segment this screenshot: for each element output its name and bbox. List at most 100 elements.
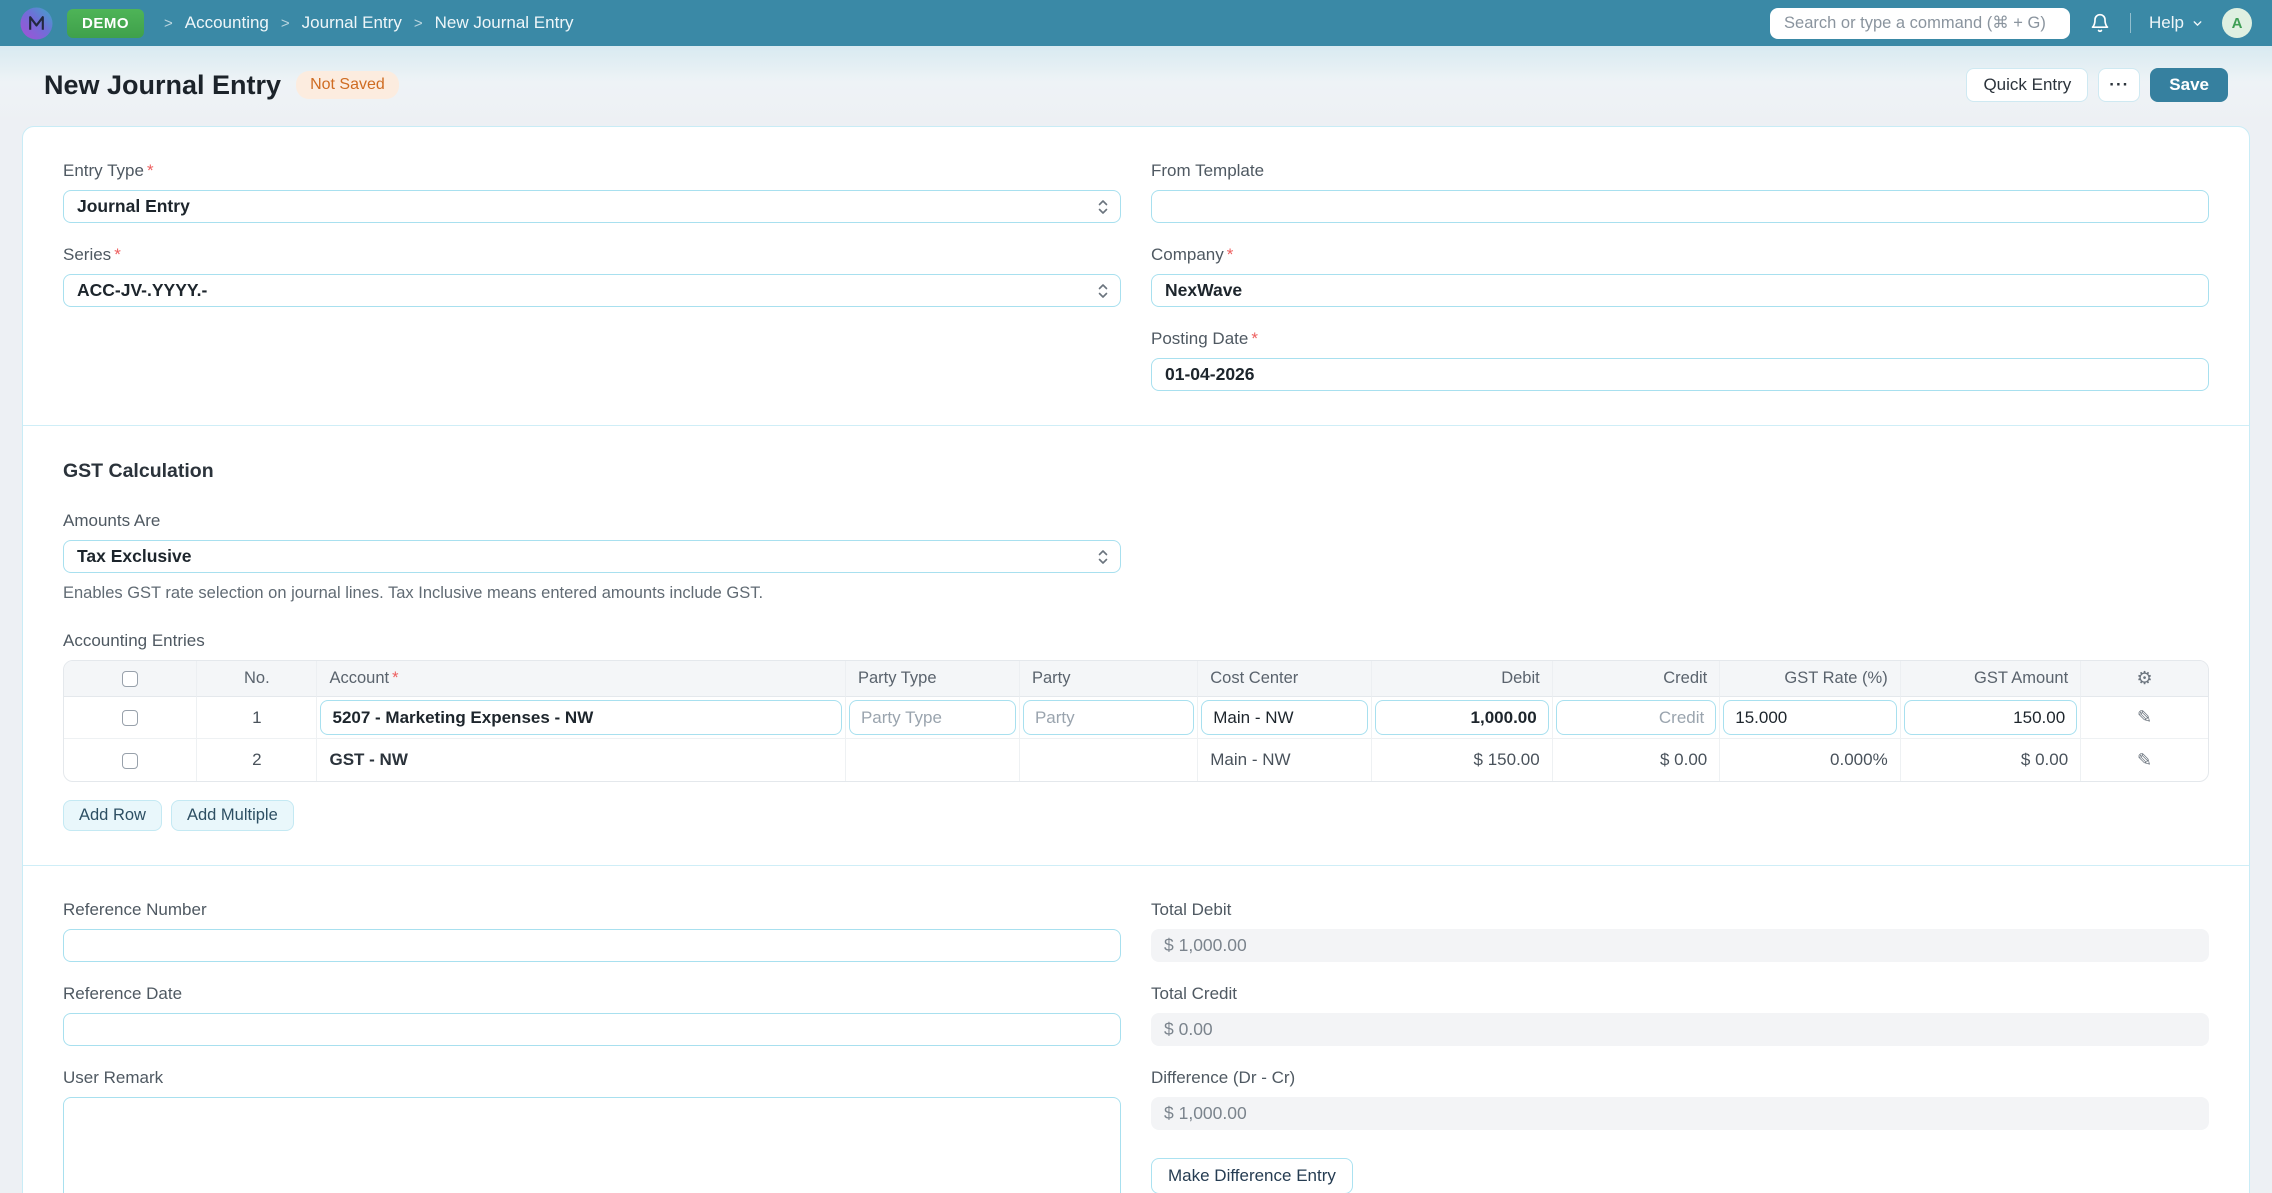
help-label: Help (2149, 13, 2184, 32)
entry-type-value: Journal Entry (77, 196, 190, 216)
breadcrumb-accounting[interactable]: Accounting (185, 13, 269, 33)
help-menu[interactable]: Help (2149, 13, 2204, 33)
cell-account[interactable]: GST - NW (317, 739, 846, 781)
posting-date-label: Posting Date * (1151, 329, 1258, 348)
cell-party[interactable] (1020, 739, 1199, 781)
cell-input-debit[interactable]: 1,000.00 (1375, 700, 1549, 735)
table-row: 1 5207 - Marketing Expenses - NW Party Typ… (64, 697, 2208, 739)
quick-entry-button[interactable]: Quick Entry (1966, 68, 2089, 102)
cell-cost_center[interactable]: Main - NW (1198, 739, 1373, 781)
form-card: Entry Type * Journal Entry Series * ACC-JV… (22, 126, 2250, 1193)
series-select[interactable]: ACC-JV-.YYYY.- (63, 274, 1121, 307)
app-logo-icon[interactable] (20, 6, 53, 40)
cell-gst_rate: 15.000 (1720, 697, 1901, 739)
amounts-are-value: Tax Exclusive (77, 546, 192, 566)
grid-settings-gear-icon[interactable]: ⚙ (2137, 668, 2153, 688)
breadcrumb-new-journal-entry[interactable]: New Journal Entry (435, 13, 574, 33)
row-select-checkbox[interactable] (122, 710, 139, 727)
select-all-checkbox[interactable] (122, 670, 139, 687)
series-label: Series * (63, 245, 121, 264)
cell-input-gst_rate[interactable]: 15.000 (1723, 700, 1897, 735)
select-updown-icon (1098, 283, 1108, 298)
breadcrumb-separator: > (280, 14, 290, 32)
column-header-cost_center: Cost Center (1198, 661, 1373, 697)
cell-input-cost_center[interactable]: Main - NW (1201, 700, 1369, 735)
reference-date-input[interactable] (63, 1013, 1121, 1046)
add-multiple-button[interactable]: Add Multiple (170, 800, 294, 831)
table-header-row: No. Account * Party Type Party Cost Center Deb… (64, 661, 2208, 697)
notification-bell-icon[interactable] (2088, 11, 2112, 35)
accounting-entries-label: Accounting Entries (63, 631, 205, 650)
accounting-entries-table: No. Account * Party Type Party Cost Center Deb… (63, 660, 2209, 782)
cell-input-account[interactable]: 5207 - Marketing Expenses - NW (320, 700, 842, 735)
column-header-debit: Debit (1372, 661, 1553, 697)
reference-number-label: Reference Number (63, 900, 207, 919)
column-header-account: Account * (317, 661, 846, 697)
gst-calculation-section: GST Calculation Amounts Are Tax Exclusiv… (23, 425, 2249, 865)
cell-party_type: Party Type (845, 697, 1020, 739)
column-header-no: No. (197, 661, 318, 697)
main-details-section: Entry Type * Journal Entry Series * ACC-JV… (23, 127, 2249, 425)
column-header-party_type: Party Type (845, 661, 1020, 697)
avatar[interactable]: A (2222, 8, 2252, 38)
cell-no[interactable]: 1 (197, 697, 318, 739)
entry-type-select[interactable]: Journal Entry (63, 190, 1121, 223)
difference-value: $ 1,000.00 (1151, 1097, 2209, 1130)
cell-input-credit[interactable]: Credit (1555, 700, 1717, 735)
amounts-are-select[interactable]: Tax Exclusive (63, 540, 1121, 573)
difference-label: Difference (Dr - Cr) (1151, 1068, 1296, 1087)
amounts-are-label: Amounts Are (63, 511, 161, 530)
cell-input-party_type[interactable]: Party Type (848, 700, 1016, 735)
chevron-down-icon (2193, 20, 2202, 26)
table-row: 2 GST - NW Main - NW $ 150.00 $ 0.00 0.000% $ … (64, 739, 2208, 781)
cell-gst_amount[interactable]: $ 0.00 (1901, 739, 2082, 781)
reference-number-input[interactable] (63, 929, 1121, 962)
gst-help-text: Enables GST rate selection on journal li… (63, 584, 764, 602)
row-select-checkbox[interactable] (122, 752, 139, 769)
cell-credit: Credit (1552, 697, 1721, 739)
gst-section-heading: GST Calculation (63, 460, 214, 482)
column-header-credit: Credit (1552, 661, 1721, 697)
cell-cost_center: Main - NW (1198, 697, 1373, 739)
cell-party_type[interactable] (846, 739, 1020, 781)
add-row-button[interactable]: Add Row (63, 800, 162, 831)
page-title: New Journal Entry (44, 69, 282, 100)
total-credit-label: Total Credit (1151, 984, 1237, 1003)
cell-debit: 1,000.00 (1372, 697, 1553, 739)
make-difference-entry-button[interactable]: Make Difference Entry (1151, 1158, 1353, 1193)
cell-debit[interactable]: $ 150.00 (1372, 739, 1553, 781)
select-updown-icon (1098, 199, 1108, 214)
breadcrumb-journal-entry[interactable]: Journal Entry (302, 13, 402, 33)
page-header: New Journal Entry Not Saved Quick Entry … (0, 46, 2272, 126)
cell-input-party[interactable]: Party (1022, 700, 1195, 735)
demo-badge[interactable]: DEMO (67, 8, 144, 38)
from-template-input[interactable] (1151, 190, 2209, 223)
edit-row-pencil-icon[interactable]: ✎ (2137, 707, 2152, 727)
cell-input-gst_amount[interactable]: 150.00 (1903, 700, 2078, 735)
cell-account: 5207 - Marketing Expenses - NW (317, 697, 846, 739)
column-header-gst_rate: GST Rate (%) (1720, 661, 1901, 697)
posting-date-input[interactable] (1151, 358, 2209, 391)
breadcrumb-separator: > (413, 14, 423, 32)
edit-row-pencil-icon[interactable]: ✎ (2137, 750, 2152, 770)
total-debit-label: Total Debit (1151, 900, 1232, 919)
user-remark-textarea[interactable] (63, 1097, 1121, 1193)
cell-credit[interactable]: $ 0.00 (1553, 739, 1721, 781)
column-header-gst_amount: GST Amount (1900, 661, 2082, 697)
status-badge: Not Saved (296, 71, 399, 99)
cell-no[interactable]: 2 (197, 739, 318, 781)
breadcrumb-separator: > (164, 14, 173, 32)
entry-type-label: Entry Type * (63, 161, 154, 180)
cell-gst_rate[interactable]: 0.000% (1720, 739, 1901, 781)
breadcrumb: > Accounting > Journal Entry > New Journ… (164, 13, 573, 33)
search-input[interactable] (1770, 7, 2071, 39)
reference-date-label: Reference Date (63, 984, 183, 1003)
user-remark-label: User Remark (63, 1068, 164, 1087)
save-button[interactable]: Save (2150, 68, 2228, 102)
from-template-label: From Template (1151, 161, 1265, 180)
more-options-button[interactable]: ··· (2098, 68, 2141, 102)
top-navbar: DEMO > Accounting > Journal Entry > New … (0, 0, 2272, 46)
series-value: ACC-JV-.YYYY.- (77, 280, 208, 300)
total-credit-value: $ 0.00 (1151, 1013, 2209, 1046)
company-input[interactable] (1151, 274, 2209, 307)
